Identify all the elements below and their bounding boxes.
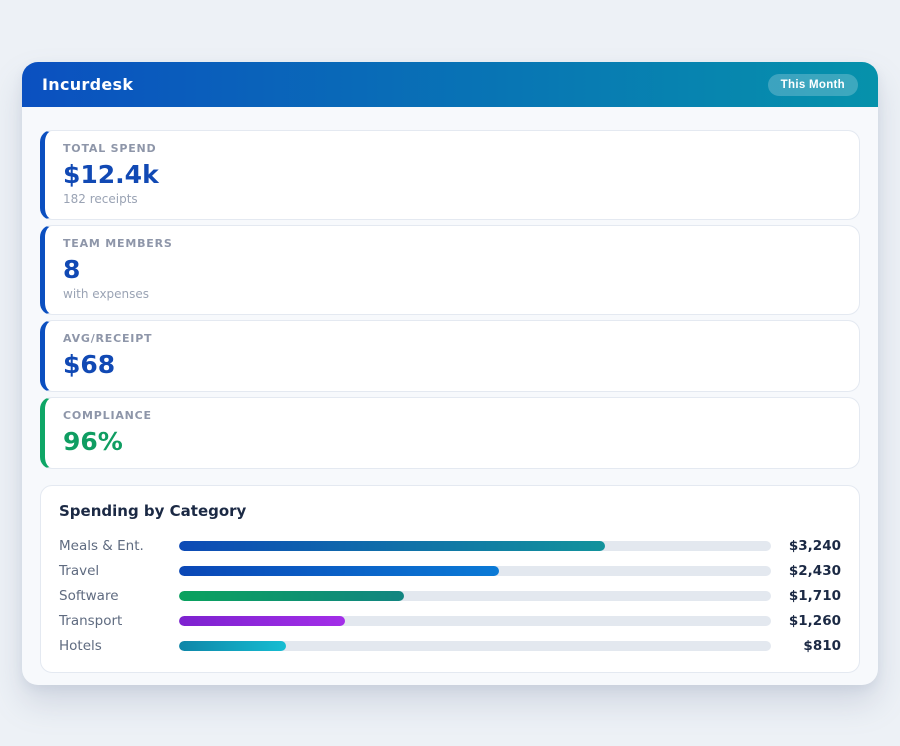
category-bar-fill <box>179 566 499 576</box>
category-row: Software $1,710 <box>59 583 841 608</box>
category-bar-track <box>179 591 771 601</box>
stat-card: TOTAL SPEND $12.4k 182 receipts <box>40 130 860 220</box>
category-label: Meals & Ent. <box>59 538 179 554</box>
category-rows: Meals & Ent. $3,240 Travel $2,430 Software $1… <box>59 533 841 658</box>
dashboard-panel: Incurdesk This Month TOTAL SPEND $12.4k … <box>22 62 878 685</box>
category-row: Hotels $810 <box>59 633 841 658</box>
category-amount: $1,260 <box>771 613 841 629</box>
stat-value: $68 <box>63 351 841 379</box>
stat-card: COMPLIANCE 96% <box>40 397 860 469</box>
stat-card: AVG/RECEIPT $68 <box>40 320 860 392</box>
category-bar-track <box>179 541 771 551</box>
category-label: Transport <box>59 613 179 629</box>
category-bar-fill <box>179 541 605 551</box>
category-bar-track <box>179 641 771 651</box>
category-bar-fill <box>179 641 286 651</box>
stat-value: $12.4k <box>63 161 841 189</box>
stat-label: AVG/RECEIPT <box>63 332 841 346</box>
category-row: Meals & Ent. $3,240 <box>59 533 841 558</box>
period-badge[interactable]: This Month <box>768 74 858 96</box>
stat-card: TEAM MEMBERS 8 with expenses <box>40 225 860 315</box>
stat-label: COMPLIANCE <box>63 409 841 423</box>
category-label: Travel <box>59 563 179 579</box>
spending-by-category-card: Spending by Category Meals & Ent. $3,240 T… <box>40 485 860 673</box>
category-amount: $1,710 <box>771 588 841 604</box>
stat-value: 96% <box>63 428 841 456</box>
stat-label: TOTAL SPEND <box>63 142 841 156</box>
category-row: Transport $1,260 <box>59 608 841 633</box>
category-row: Travel $2,430 <box>59 558 841 583</box>
stat-sub: 182 receipts <box>63 192 841 207</box>
category-bar-fill <box>179 591 404 601</box>
stat-sub: with expenses <box>63 287 841 302</box>
category-card-title: Spending by Category <box>59 502 841 520</box>
stat-label: TEAM MEMBERS <box>63 237 841 251</box>
app-header: Incurdesk This Month <box>22 62 878 107</box>
category-amount: $2,430 <box>771 563 841 579</box>
category-amount: $3,240 <box>771 538 841 554</box>
category-bar-track <box>179 616 771 626</box>
category-bar-track <box>179 566 771 576</box>
category-bar-fill <box>179 616 345 626</box>
app-title: Incurdesk <box>42 75 133 94</box>
stat-value: 8 <box>63 256 841 284</box>
panel-content: TOTAL SPEND $12.4k 182 receipts TEAM MEM… <box>22 107 878 685</box>
category-amount: $810 <box>771 638 841 654</box>
category-label: Hotels <box>59 638 179 654</box>
category-label: Software <box>59 588 179 604</box>
